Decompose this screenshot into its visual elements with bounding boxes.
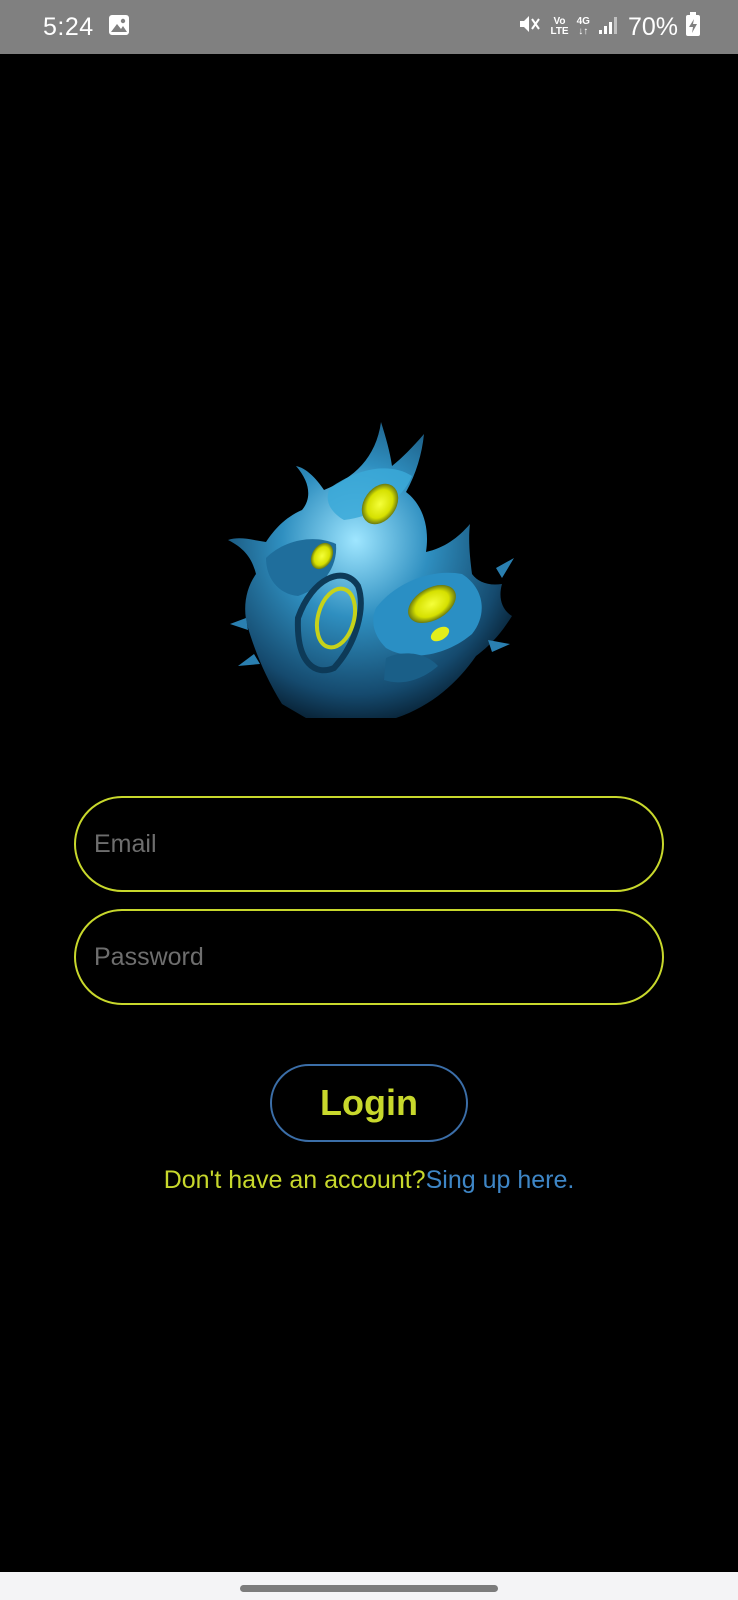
battery-percent: 70% — [627, 12, 678, 41]
email-input[interactable] — [74, 796, 664, 892]
login-screen: Login Don't have an account?Sing up here… — [0, 54, 738, 1572]
status-left: 5:24 — [43, 13, 130, 42]
status-right: Vo LTE 4G ↓↑ 70% — [518, 11, 700, 43]
login-button[interactable]: Login — [270, 1064, 468, 1142]
home-gesture-handle[interactable] — [240, 1585, 498, 1592]
navigation-bar — [0, 1572, 738, 1600]
volte-bottom: LTE — [550, 26, 569, 37]
gallery-icon — [108, 14, 130, 41]
battery-charging-icon — [686, 11, 700, 43]
password-input[interactable] — [74, 909, 664, 1005]
dragon-logo — [226, 418, 516, 723]
signup-row: Don't have an account?Sing up here. — [0, 1166, 738, 1195]
volte-icon: Vo LTE — [550, 17, 568, 37]
mute-icon — [518, 13, 542, 42]
network-type: 4G — [576, 16, 590, 27]
signup-link[interactable]: Sing up here. — [426, 1166, 575, 1194]
signup-prompt: Don't have an account? — [163, 1166, 426, 1194]
signal-icon — [598, 13, 620, 42]
status-bar: 5:24 Vo LTE 4G ↓↑ 70% — [0, 0, 738, 54]
status-time: 5:24 — [43, 12, 94, 41]
network-type-icon: 4G ↓↑ — [576, 16, 590, 37]
